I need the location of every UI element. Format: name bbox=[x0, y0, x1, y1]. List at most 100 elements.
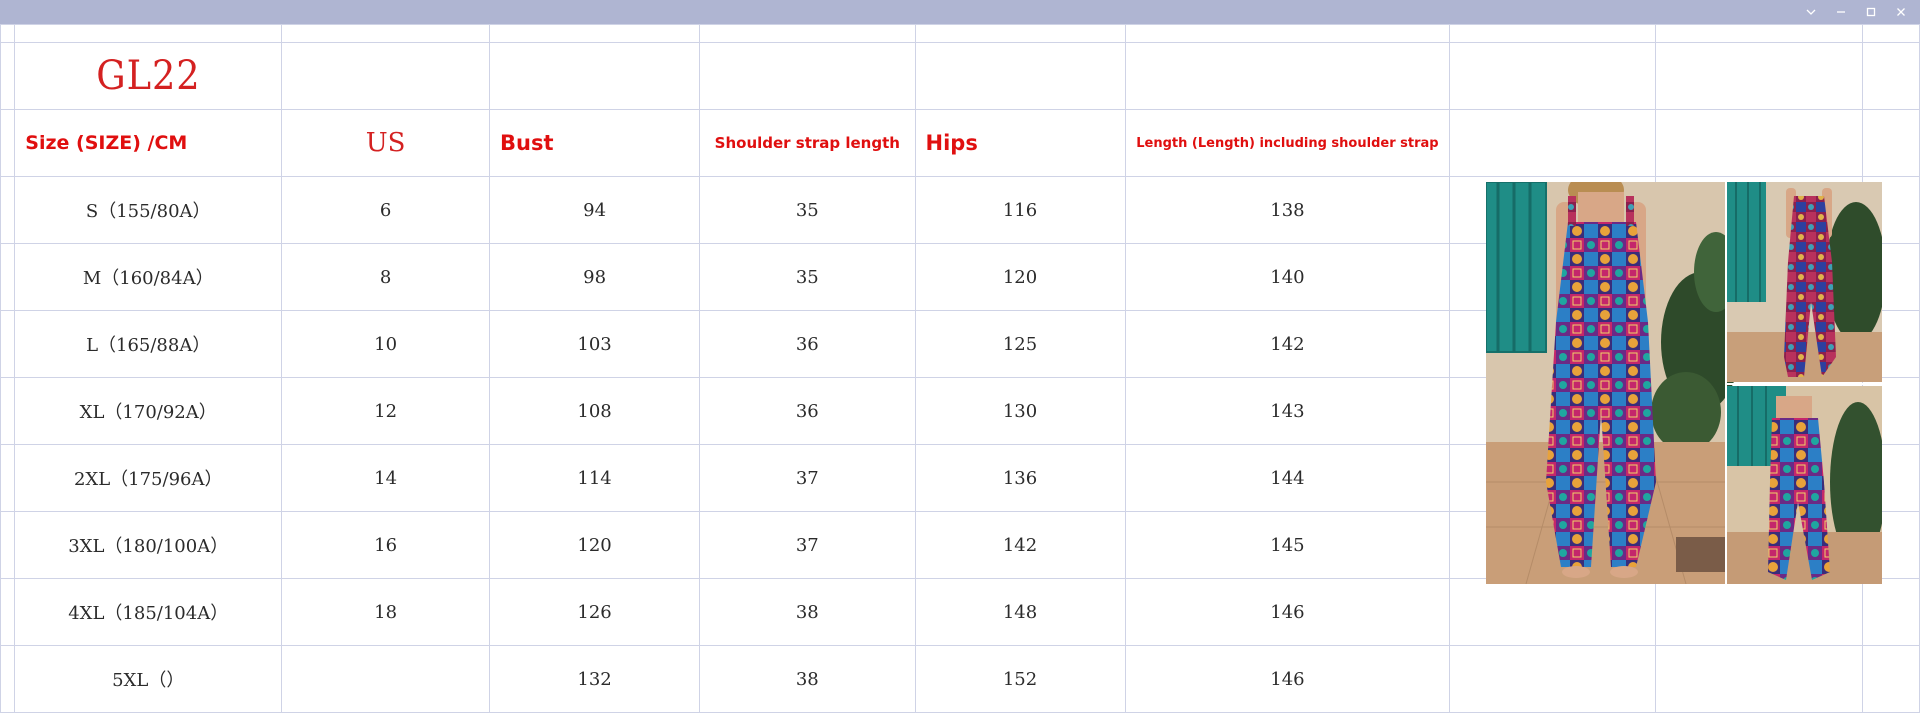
cell[interactable] bbox=[281, 24, 491, 43]
cell[interactable] bbox=[0, 42, 16, 110]
cell[interactable] bbox=[0, 310, 16, 378]
cell-us[interactable] bbox=[281, 645, 491, 713]
cell-us[interactable]: 10 bbox=[281, 310, 491, 378]
cell-us[interactable]: 12 bbox=[281, 377, 491, 445]
cell[interactable] bbox=[0, 24, 16, 43]
cell[interactable] bbox=[489, 24, 701, 43]
cell-size[interactable]: XL（170/92A） bbox=[14, 377, 283, 445]
cell-shoulder[interactable]: 35 bbox=[699, 243, 916, 311]
cell-hips[interactable]: 148 bbox=[914, 578, 1126, 646]
cell-bust[interactable]: 132 bbox=[489, 645, 701, 713]
cell[interactable] bbox=[1449, 645, 1657, 713]
cell-hips[interactable]: 116 bbox=[914, 176, 1126, 244]
cell-us[interactable]: 6 bbox=[281, 176, 491, 244]
header-us[interactable]: US bbox=[281, 109, 491, 177]
cell-hips[interactable]: 125 bbox=[914, 310, 1126, 378]
cell-bust[interactable]: 103 bbox=[489, 310, 701, 378]
cell-us[interactable]: 8 bbox=[281, 243, 491, 311]
cell[interactable] bbox=[1449, 109, 1657, 177]
cell[interactable] bbox=[1861, 42, 1920, 110]
cell[interactable] bbox=[1655, 42, 1863, 110]
cell-hips[interactable]: 120 bbox=[914, 243, 1126, 311]
cell[interactable] bbox=[1861, 645, 1920, 713]
cell-shoulder[interactable]: 38 bbox=[699, 578, 916, 646]
header-shoulder-strap[interactable]: Shoulder strap length bbox=[699, 109, 916, 177]
cell[interactable] bbox=[1861, 109, 1920, 177]
cell-bust[interactable]: 108 bbox=[489, 377, 701, 445]
cell-size[interactable]: 4XL（185/104A） bbox=[14, 578, 283, 646]
cell-size[interactable]: 2XL（175/96A） bbox=[14, 444, 283, 512]
cell-us[interactable]: 16 bbox=[281, 511, 491, 579]
cell[interactable] bbox=[1449, 578, 1657, 646]
cell-shoulder[interactable]: 38 bbox=[699, 645, 916, 713]
cell-hips[interactable]: 152 bbox=[914, 645, 1126, 713]
cell-length[interactable]: 138 bbox=[1124, 176, 1451, 244]
product-photo-collage[interactable] bbox=[1486, 182, 1882, 584]
cell[interactable] bbox=[1861, 578, 1920, 646]
cell-length[interactable]: 143 bbox=[1124, 377, 1451, 445]
cell-length[interactable]: 142 bbox=[1124, 310, 1451, 378]
cell-bust[interactable]: 120 bbox=[489, 511, 701, 579]
cell-length[interactable]: 145 bbox=[1124, 511, 1451, 579]
cell-size[interactable]: S（155/80A） bbox=[14, 176, 283, 244]
close-icon[interactable] bbox=[1886, 2, 1916, 22]
cell-size[interactable]: 3XL（180/100A） bbox=[14, 511, 283, 579]
cell[interactable] bbox=[0, 243, 16, 311]
cell[interactable] bbox=[699, 24, 916, 43]
cell[interactable] bbox=[0, 444, 16, 512]
cell-length[interactable]: 144 bbox=[1124, 444, 1451, 512]
maximize-icon[interactable] bbox=[1856, 2, 1886, 22]
brand-code[interactable]: GL22 bbox=[24, 42, 272, 110]
cell-hips[interactable]: 136 bbox=[914, 444, 1126, 512]
cell-hips[interactable]: 130 bbox=[914, 377, 1126, 445]
cell-us[interactable]: 18 bbox=[281, 578, 491, 646]
cell[interactable] bbox=[914, 42, 1126, 110]
cell[interactable] bbox=[1124, 24, 1451, 43]
cell-shoulder[interactable]: 36 bbox=[699, 377, 916, 445]
cell[interactable] bbox=[1655, 109, 1863, 177]
cell[interactable] bbox=[0, 176, 16, 244]
cell[interactable] bbox=[14, 24, 283, 43]
cell[interactable] bbox=[0, 511, 16, 579]
header-length[interactable]: Length (Length) including shoulder strap bbox=[1124, 109, 1451, 177]
cell-length[interactable]: 146 bbox=[1124, 578, 1451, 646]
cell-bust[interactable]: 126 bbox=[489, 578, 701, 646]
cell-size[interactable]: M（160/84A） bbox=[14, 243, 283, 311]
cell-size[interactable]: 5XL（） bbox=[14, 645, 283, 713]
cell-shoulder[interactable]: 37 bbox=[699, 511, 916, 579]
cell[interactable] bbox=[1655, 645, 1863, 713]
cell[interactable] bbox=[0, 377, 16, 445]
cell[interactable] bbox=[281, 42, 491, 110]
header-row: Size (SIZE) /CM US Bust Shoulder strap l… bbox=[0, 109, 1920, 177]
cell-bust[interactable]: 94 bbox=[489, 176, 701, 244]
header-size[interactable]: Size (SIZE) /CM bbox=[14, 109, 283, 177]
cell[interactable] bbox=[0, 645, 16, 713]
cell[interactable] bbox=[1655, 578, 1863, 646]
cell-bust[interactable]: 98 bbox=[489, 243, 701, 311]
cell[interactable] bbox=[1861, 24, 1920, 43]
grid-row-top bbox=[0, 24, 1920, 43]
cell[interactable] bbox=[1124, 42, 1451, 110]
minimize-icon[interactable] bbox=[1826, 2, 1856, 22]
header-hips[interactable]: Hips bbox=[914, 109, 1126, 177]
cell[interactable] bbox=[0, 578, 16, 646]
cell[interactable] bbox=[489, 42, 701, 110]
chevron-down-icon[interactable] bbox=[1796, 2, 1826, 22]
cell-us[interactable]: 14 bbox=[281, 444, 491, 512]
cell-shoulder[interactable]: 35 bbox=[699, 176, 916, 244]
cell[interactable] bbox=[0, 109, 16, 177]
cell[interactable] bbox=[914, 24, 1126, 43]
cell-size[interactable]: L（165/88A） bbox=[14, 310, 283, 378]
cell-hips[interactable]: 142 bbox=[914, 511, 1126, 579]
cell-bust[interactable]: 114 bbox=[489, 444, 701, 512]
cell-shoulder[interactable]: 36 bbox=[699, 310, 916, 378]
header-bust[interactable]: Bust bbox=[489, 109, 701, 177]
cell[interactable] bbox=[699, 42, 916, 110]
cell[interactable] bbox=[1449, 42, 1657, 110]
cell-length[interactable]: 146 bbox=[1124, 645, 1451, 713]
cell-length[interactable]: 140 bbox=[1124, 243, 1451, 311]
cell[interactable] bbox=[1449, 24, 1657, 43]
cell-shoulder[interactable]: 37 bbox=[699, 444, 916, 512]
window-controls bbox=[1796, 0, 1916, 24]
cell[interactable] bbox=[1655, 24, 1863, 43]
